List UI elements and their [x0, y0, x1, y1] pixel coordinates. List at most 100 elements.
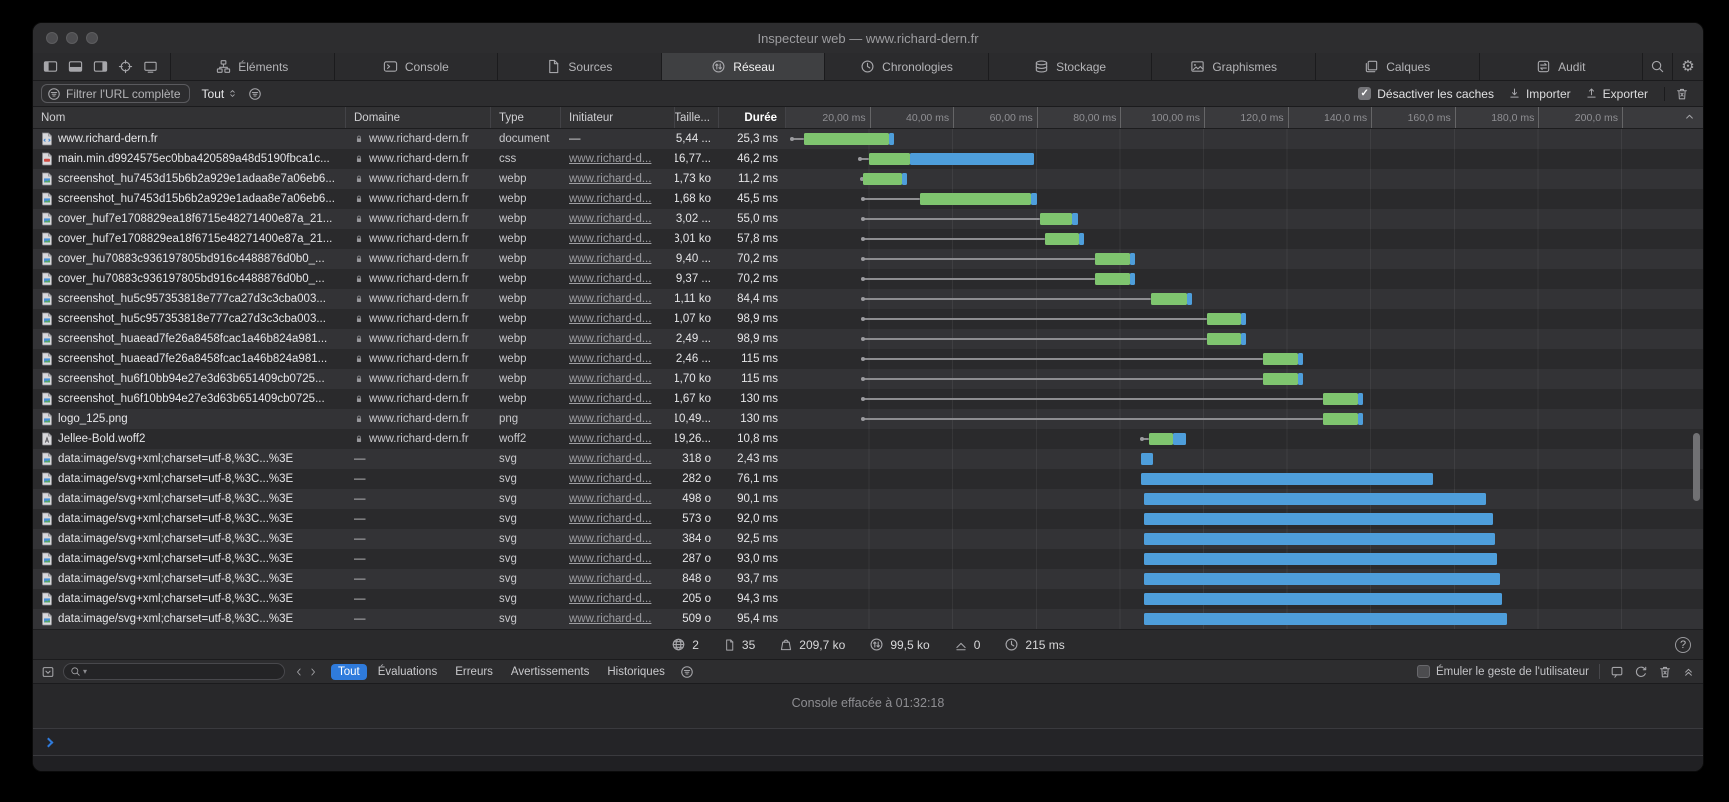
- help-icon[interactable]: ?: [1675, 637, 1691, 653]
- filter-options-icon[interactable]: [248, 87, 262, 101]
- column-header-size[interactable]: Taille...: [675, 107, 719, 128]
- network-request-row[interactable]: cover_huf7e1708829ea18f6715e48271400e87a…: [33, 229, 1703, 249]
- request-initiator[interactable]: www.richard-d...: [569, 533, 651, 545]
- zoom-window-button[interactable]: [86, 32, 98, 44]
- element-picker-icon[interactable]: [118, 59, 133, 74]
- request-initiator[interactable]: www.richard-d...: [569, 153, 651, 165]
- activity-icon[interactable]: [1634, 665, 1648, 679]
- disable-caches-checkbox[interactable]: ✓ Désactiver les caches: [1358, 87, 1494, 101]
- column-header-duration[interactable]: Durée: [719, 107, 786, 128]
- request-initiator[interactable]: www.richard-d...: [569, 193, 651, 205]
- clear-network-button[interactable]: [1664, 87, 1695, 101]
- request-initiator[interactable]: www.richard-d...: [569, 273, 651, 285]
- minimize-window-button[interactable]: [66, 32, 78, 44]
- console-scope-avertissements[interactable]: Avertissements: [504, 664, 596, 680]
- tab-sources[interactable]: Sources: [498, 53, 662, 80]
- console-scope-erreurs[interactable]: Erreurs: [448, 664, 500, 680]
- console-filter-icon[interactable]: [680, 665, 694, 679]
- search-button[interactable]: [1643, 53, 1673, 80]
- request-initiator[interactable]: www.richard-d...: [569, 293, 651, 305]
- request-initiator[interactable]: www.richard-d...: [569, 213, 651, 225]
- emulate-user-gesture-checkbox[interactable]: Émuler le geste de l'utilisateur: [1417, 665, 1589, 678]
- console-prompt[interactable]: [33, 728, 1703, 756]
- network-request-row[interactable]: cover_hu70883c936197805bd916c4488876d0b0…: [33, 269, 1703, 289]
- request-initiator[interactable]: www.richard-d...: [569, 593, 651, 605]
- request-initiator[interactable]: www.richard-d...: [569, 573, 651, 585]
- network-request-row[interactable]: data:image/svg+xml;charset=utf-8,%3C...%…: [33, 509, 1703, 529]
- settings-button[interactable]: ⚙: [1673, 53, 1703, 80]
- network-request-row[interactable]: data:image/svg+xml;charset=utf-8,%3C...%…: [33, 449, 1703, 469]
- network-request-row[interactable]: screenshot_huaead7fe26a8458fcac1a46b824a…: [33, 329, 1703, 349]
- request-initiator[interactable]: www.richard-d...: [569, 333, 651, 345]
- network-request-row[interactable]: data:image/svg+xml;charset=utf-8,%3C...%…: [33, 469, 1703, 489]
- tab-audit[interactable]: Audit: [1480, 53, 1644, 80]
- network-request-row[interactable]: data:image/svg+xml;charset=utf-8,%3C...%…: [33, 489, 1703, 509]
- column-header-initiator[interactable]: Initiateur: [561, 107, 675, 128]
- tab-chronologies[interactable]: Chronologies: [825, 53, 989, 80]
- hide-console-icon[interactable]: [41, 665, 55, 679]
- request-initiator[interactable]: www.richard-d...: [569, 253, 651, 265]
- network-request-row[interactable]: Jellee-Bold.woff2 www.richard-dern.fr wo…: [33, 429, 1703, 449]
- import-button[interactable]: Importer: [1508, 87, 1571, 101]
- vertical-scrollbar[interactable]: [1693, 433, 1700, 501]
- network-request-row[interactable]: data:image/svg+xml;charset=utf-8,%3C...%…: [33, 569, 1703, 589]
- request-initiator[interactable]: www.richard-d...: [569, 353, 651, 365]
- tab-graphismes[interactable]: Graphismes: [1152, 53, 1316, 80]
- console-drawer-icon[interactable]: [1610, 665, 1624, 679]
- request-initiator[interactable]: www.richard-d...: [569, 473, 651, 485]
- network-request-row[interactable]: main.min.d9924575ec0bba420589a48d5190fbc…: [33, 149, 1703, 169]
- dock-bottom-icon[interactable]: [68, 59, 83, 74]
- request-initiator[interactable]: www.richard-d...: [569, 233, 651, 245]
- device-settings-icon[interactable]: [143, 59, 158, 74]
- request-initiator[interactable]: www.richard-d...: [569, 453, 651, 465]
- network-request-row[interactable]: cover_hu70883c936197805bd916c4488876d0b0…: [33, 249, 1703, 269]
- request-initiator[interactable]: www.richard-d...: [569, 173, 651, 185]
- network-request-row[interactable]: data:image/svg+xml;charset=utf-8,%3C...%…: [33, 609, 1703, 629]
- network-request-row[interactable]: data:image/svg+xml;charset=utf-8,%3C...%…: [33, 589, 1703, 609]
- network-request-row[interactable]: screenshot_hu5c957353818e777ca27d3c3cba0…: [33, 309, 1703, 329]
- next-result-icon[interactable]: [307, 666, 319, 678]
- column-header-domain[interactable]: Domaine: [346, 107, 491, 128]
- dock-left-icon[interactable]: [43, 59, 58, 74]
- url-filter-field[interactable]: Filtrer l'URL complète: [41, 84, 190, 103]
- tab-reseau[interactable]: Réseau: [662, 53, 826, 80]
- network-request-row[interactable]: logo_125.png www.richard-dern.fr png www…: [33, 409, 1703, 429]
- network-request-row[interactable]: screenshot_hu7453d15b6b2a929e1adaa8e7a06…: [33, 169, 1703, 189]
- column-header-type[interactable]: Type: [491, 107, 561, 128]
- request-initiator[interactable]: www.richard-d...: [569, 373, 651, 385]
- network-request-row[interactable]: screenshot_huaead7fe26a8458fcac1a46b824a…: [33, 349, 1703, 369]
- network-request-row[interactable]: screenshot_hu6f10bb94e27e3d63b651409cb07…: [33, 389, 1703, 409]
- tab-calques[interactable]: Calques: [1316, 53, 1480, 80]
- resource-type-popup[interactable]: Tout: [202, 87, 239, 101]
- console-scope-historiques[interactable]: Historiques: [600, 664, 672, 680]
- request-initiator[interactable]: www.richard-d...: [569, 393, 651, 405]
- network-request-row[interactable]: data:image/svg+xml;charset=utf-8,%3C...%…: [33, 549, 1703, 569]
- console-search-field[interactable]: ▾: [63, 663, 285, 680]
- console-scope-evaluations[interactable]: Évaluations: [371, 664, 444, 680]
- tab-console[interactable]: Console: [335, 53, 499, 80]
- network-request-row[interactable]: screenshot_hu7453d15b6b2a929e1adaa8e7a06…: [33, 189, 1703, 209]
- request-initiator[interactable]: www.richard-d...: [569, 313, 651, 325]
- network-request-row[interactable]: screenshot_hu6f10bb94e27e3d63b651409cb07…: [33, 369, 1703, 389]
- export-button[interactable]: Exporter: [1585, 87, 1648, 101]
- dock-right-icon[interactable]: [93, 59, 108, 74]
- request-initiator[interactable]: www.richard-d...: [569, 433, 651, 445]
- network-request-row[interactable]: data:image/svg+xml;charset=utf-8,%3C...%…: [33, 529, 1703, 549]
- request-initiator[interactable]: www.richard-d...: [569, 493, 651, 505]
- close-window-button[interactable]: [46, 32, 58, 44]
- request-initiator[interactable]: www.richard-d...: [569, 553, 651, 565]
- tab-stockage[interactable]: Stockage: [989, 53, 1153, 80]
- tab-elements[interactable]: Éléments: [171, 53, 335, 80]
- request-initiator[interactable]: —: [569, 133, 581, 145]
- clear-console-icon[interactable]: [1658, 665, 1672, 679]
- network-request-row[interactable]: screenshot_hu5c957353818e777ca27d3c3cba0…: [33, 289, 1703, 309]
- chevron-up-icon[interactable]: [1683, 110, 1696, 123]
- request-initiator[interactable]: www.richard-d...: [569, 613, 651, 625]
- request-initiator[interactable]: www.richard-d...: [569, 413, 651, 425]
- column-header-name[interactable]: Nom: [33, 107, 346, 128]
- console-scope-tout[interactable]: Tout: [331, 664, 367, 680]
- network-request-row[interactable]: www.richard-dern.fr www.richard-dern.fr …: [33, 129, 1703, 149]
- traffic-lights[interactable]: [46, 32, 98, 44]
- expand-console-icon[interactable]: [1682, 665, 1695, 678]
- request-initiator[interactable]: www.richard-d...: [569, 513, 651, 525]
